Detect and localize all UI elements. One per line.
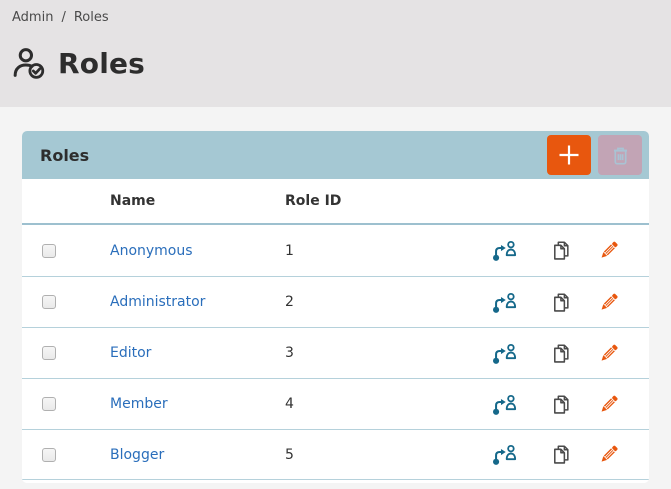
role-id-cell: 3 [285,345,476,361]
page-title: Roles [58,47,145,80]
assign-users-icon [492,291,517,314]
edit-pencil-icon [597,443,620,466]
copy-role-button[interactable] [533,291,590,314]
assign-users-button[interactable] [476,291,533,314]
role-id-cell: 2 [285,294,476,310]
row-checkbox[interactable] [42,448,56,462]
panel-title: Roles [40,146,547,165]
copy-icon [550,342,573,365]
breadcrumb: Admin / Roles [12,10,659,25]
role-id-cell: 1 [285,243,476,259]
user-check-icon [12,47,48,80]
edit-pencil-icon [597,291,620,314]
edit-role-button[interactable] [590,291,627,314]
copy-role-button[interactable] [533,393,590,416]
assign-users-icon [492,393,517,416]
roles-panel: Roles Name [22,131,649,483]
assign-users-icon [492,443,517,466]
role-id-cell: 5 [285,447,476,463]
role-name-link[interactable]: Member [110,396,168,412]
table-row: Anonymous 1 [22,225,649,276]
role-name-link[interactable]: Administrator [110,294,205,310]
breadcrumb-admin[interactable]: Admin [12,10,53,25]
table-header-row: Name Role ID [22,179,649,223]
row-checkbox[interactable] [42,295,56,309]
role-name-link[interactable]: Editor [110,345,151,361]
role-name-link[interactable]: Anonymous [110,243,193,259]
trash-icon [609,144,632,167]
plus-icon [557,143,581,167]
table-row: Editor 3 [22,327,649,378]
breadcrumb-separator: / [61,10,65,25]
row-checkbox[interactable] [42,346,56,360]
delete-roles-button[interactable] [598,135,642,175]
assign-users-icon [492,342,517,365]
column-header-role-id: Role ID [285,193,476,209]
table-row: Blogger 5 [22,429,649,480]
breadcrumb-roles: Roles [74,10,109,25]
page-header: Admin / Roles Roles [0,0,671,107]
assign-users-button[interactable] [476,443,533,466]
table-row: Member 4 [22,378,649,429]
edit-pencil-icon [597,239,620,262]
edit-pencil-icon [597,393,620,416]
edit-role-button[interactable] [590,342,627,365]
assign-users-button[interactable] [476,239,533,262]
copy-role-button[interactable] [533,342,590,365]
table-body: Anonymous 1 [22,223,649,480]
table-row: Administrator 2 [22,276,649,327]
assign-users-button[interactable] [476,393,533,416]
role-name-link[interactable]: Blogger [110,447,164,463]
role-id-cell: 4 [285,396,476,412]
copy-icon [550,291,573,314]
edit-role-button[interactable] [590,393,627,416]
column-header-name: Name [110,193,285,209]
assign-users-button[interactable] [476,342,533,365]
row-checkbox[interactable] [42,397,56,411]
copy-icon [550,443,573,466]
add-role-button[interactable] [547,135,591,175]
edit-role-button[interactable] [590,443,627,466]
edit-pencil-icon [597,342,620,365]
panel-header: Roles [22,131,649,179]
assign-users-icon [492,239,517,262]
copy-icon [550,393,573,416]
copy-icon [550,239,573,262]
copy-role-button[interactable] [533,443,590,466]
edit-role-button[interactable] [590,239,627,262]
copy-role-button[interactable] [533,239,590,262]
row-checkbox[interactable] [42,244,56,258]
